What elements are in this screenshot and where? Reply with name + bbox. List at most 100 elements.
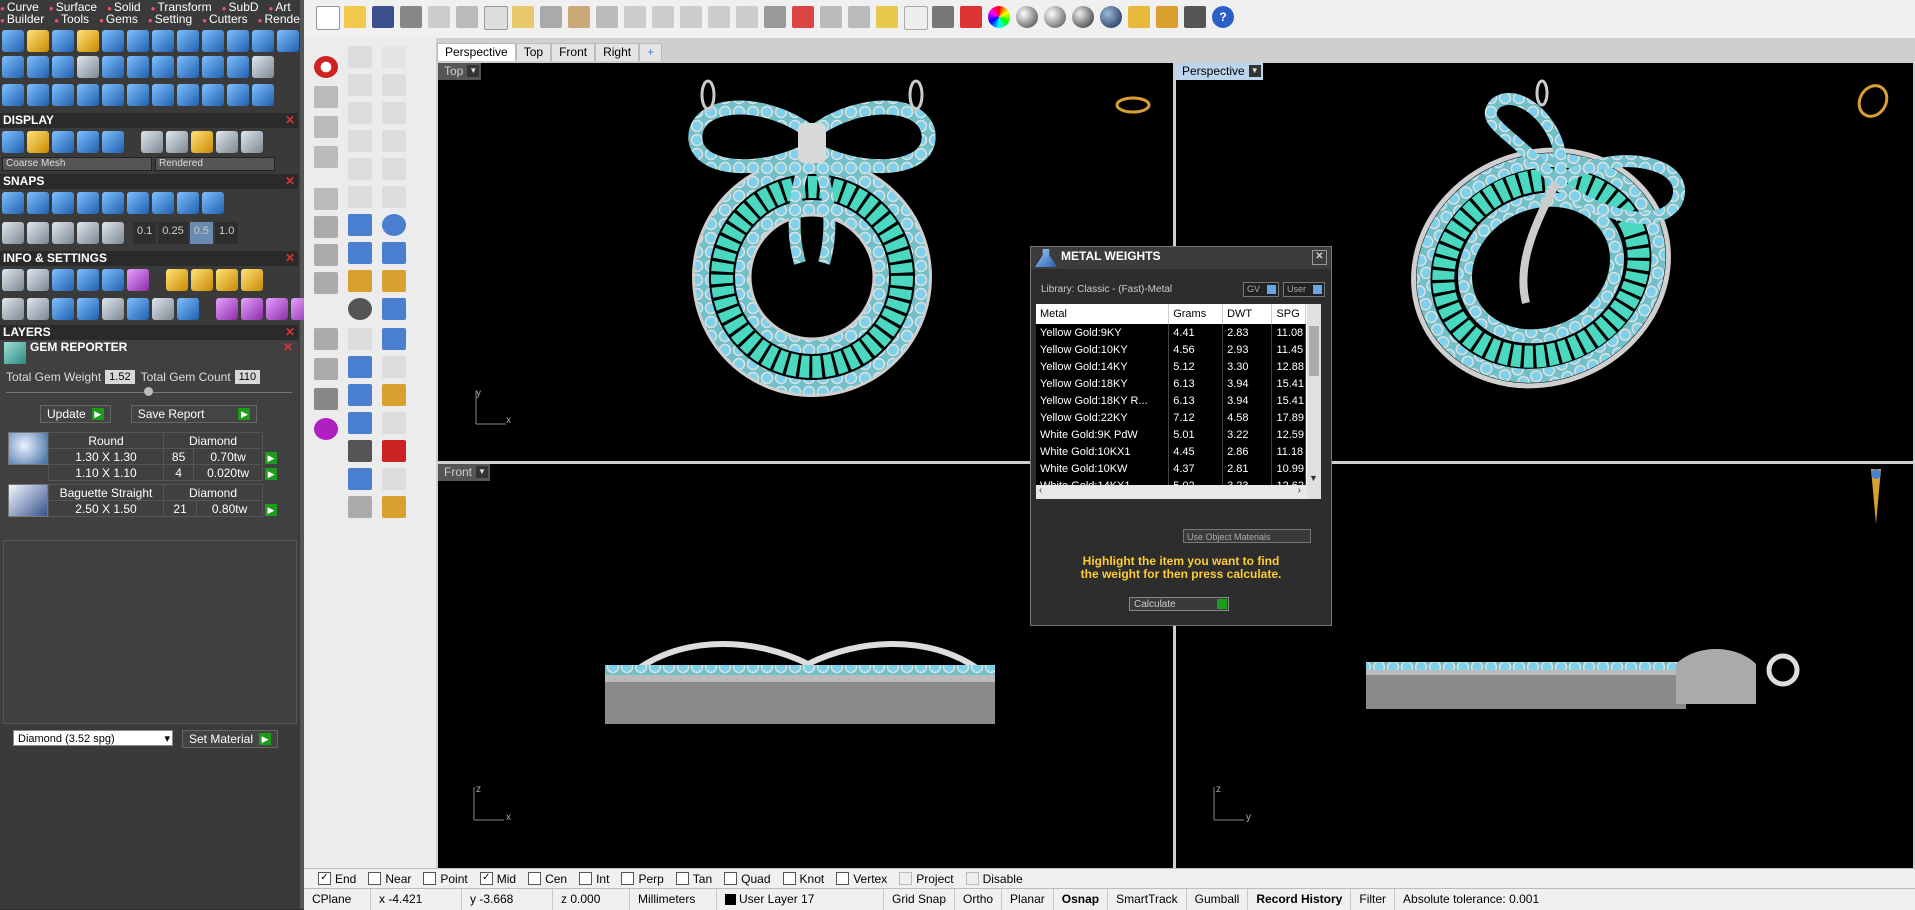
export-icon[interactable] bbox=[428, 6, 450, 28]
solid-sphere-icon[interactable] bbox=[382, 214, 406, 236]
osnap-mid[interactable]: ✓ Mid bbox=[479, 872, 516, 886]
render-sphere-icon[interactable] bbox=[1072, 6, 1094, 28]
osnap-knot[interactable]: Knot bbox=[782, 872, 824, 886]
table-row[interactable]: White Gold:9K PdW 5.01 3.22 12.59 bbox=[1036, 426, 1306, 443]
network-icon[interactable] bbox=[152, 298, 174, 320]
menu-setting[interactable]: Setting bbox=[148, 12, 192, 26]
smart-snap-icon[interactable] bbox=[77, 222, 99, 244]
units-indicator[interactable]: Millimeters bbox=[630, 889, 717, 910]
polyline-icon[interactable] bbox=[348, 74, 372, 96]
mesh-select[interactable]: Coarse Mesh bbox=[2, 157, 152, 171]
snap-point-icon[interactable] bbox=[52, 192, 74, 214]
loft-tool-icon[interactable] bbox=[52, 30, 74, 52]
add-tab-icon[interactable]: + bbox=[639, 43, 663, 61]
arc-icon[interactable] bbox=[348, 130, 372, 152]
star-tool-icon[interactable] bbox=[177, 56, 199, 78]
cylinder-icon[interactable] bbox=[348, 242, 372, 264]
paste-icon[interactable] bbox=[512, 6, 534, 28]
offset-icon[interactable] bbox=[348, 186, 372, 208]
grid-tool-icon[interactable] bbox=[2, 84, 24, 106]
surface-icon[interactable] bbox=[382, 242, 406, 264]
cube-icon[interactable] bbox=[52, 298, 74, 320]
chevron-left-icon[interactable]: ‹ bbox=[1039, 485, 1042, 496]
check-distance-icon[interactable] bbox=[382, 440, 406, 462]
pen-tool-icon[interactable] bbox=[177, 30, 199, 52]
rectangle-icon[interactable] bbox=[382, 130, 406, 152]
tab-top[interactable]: Top bbox=[515, 43, 552, 61]
cylinder-tool-icon[interactable] bbox=[202, 56, 224, 78]
sphere-icon[interactable] bbox=[77, 298, 99, 320]
sphere-gray-icon[interactable] bbox=[141, 131, 163, 153]
checkbox[interactable] bbox=[621, 872, 635, 885]
camera-tool-icon[interactable] bbox=[252, 30, 274, 52]
table-row[interactable]: Yellow Gold:9KY 4.41 2.83 11.08 bbox=[1036, 324, 1306, 341]
settings-tool-icon[interactable] bbox=[252, 56, 274, 78]
grid-toggle-icon[interactable] bbox=[1184, 6, 1206, 28]
smarttrack-toggle[interactable]: SmartTrack bbox=[1108, 889, 1187, 910]
shape-tool-icon[interactable] bbox=[152, 30, 174, 52]
wireframe-icon[interactable] bbox=[2, 131, 24, 153]
gear-icon[interactable] bbox=[2, 269, 24, 291]
table-row[interactable]: Yellow Gold:18KY R... 6.13 3.94 15.41 bbox=[1036, 392, 1306, 409]
osnap-end[interactable]: ✓ End bbox=[318, 872, 356, 886]
select-arrow-icon[interactable]: ▶ bbox=[265, 467, 278, 480]
ghosted-icon[interactable] bbox=[77, 131, 99, 153]
column-header-grams[interactable]: Grams bbox=[1168, 304, 1224, 324]
osnap-cen[interactable]: Cen bbox=[528, 872, 567, 886]
snap-value-4[interactable]: 1.0 bbox=[215, 222, 239, 244]
chevron-right-icon[interactable]: › bbox=[1298, 485, 1301, 496]
box-tool-icon[interactable] bbox=[77, 56, 99, 78]
menu-builder[interactable]: Builder bbox=[0, 12, 44, 26]
array-icon[interactable] bbox=[382, 328, 406, 350]
menu-gems[interactable]: Gems bbox=[99, 12, 138, 26]
polygon-icon[interactable] bbox=[348, 158, 372, 180]
snap-value-1[interactable]: 0.1 bbox=[133, 222, 157, 244]
block-icon[interactable] bbox=[348, 412, 372, 434]
filter-icon[interactable] bbox=[102, 298, 124, 320]
car-icon[interactable] bbox=[792, 6, 814, 28]
save-report-button[interactable]: Save Report ▶ bbox=[130, 405, 258, 423]
transform-icon[interactable] bbox=[314, 146, 338, 168]
fillet-icon[interactable] bbox=[382, 158, 406, 180]
curve-tool-icon[interactable] bbox=[2, 30, 24, 52]
table-row[interactable]: White Gold:10KW 4.37 2.81 10.99 bbox=[1036, 460, 1306, 477]
sphere-steel-icon[interactable] bbox=[241, 131, 263, 153]
sphere-gold-icon[interactable] bbox=[191, 131, 213, 153]
checkbox[interactable] bbox=[675, 872, 689, 885]
ortho-toggle[interactable]: Ortho bbox=[955, 889, 1003, 910]
checkbox[interactable] bbox=[368, 872, 382, 885]
export-icon[interactable] bbox=[241, 298, 263, 320]
help-icon[interactable]: ? bbox=[1212, 6, 1234, 28]
material-select[interactable]: Diamond (3.52 spg) ▾ bbox=[13, 730, 173, 746]
gem-tool-icon[interactable] bbox=[127, 30, 149, 52]
snap-quad-icon[interactable] bbox=[202, 192, 224, 214]
ortho-snap-icon[interactable] bbox=[27, 222, 49, 244]
snap-perp-icon[interactable] bbox=[152, 192, 174, 214]
use-object-materials-button[interactable]: Use Object Materials bbox=[1183, 529, 1311, 543]
current-layer[interactable]: User Layer 17 bbox=[717, 889, 884, 910]
sweep-tool-icon[interactable] bbox=[77, 30, 99, 52]
table-row[interactable]: 1.10 X 1.10 4 0.020tw ▶ bbox=[48, 464, 280, 481]
osnap-quad[interactable]: Quad bbox=[724, 872, 771, 886]
undo-icon[interactable] bbox=[540, 6, 562, 28]
save-icon[interactable] bbox=[372, 6, 394, 28]
render-tool-icon[interactable] bbox=[277, 30, 299, 52]
search-icon[interactable] bbox=[27, 269, 49, 291]
weight-icon[interactable] bbox=[216, 298, 238, 320]
record-history-toggle[interactable]: Record History bbox=[1248, 889, 1352, 910]
material-icon[interactable] bbox=[127, 269, 149, 291]
snap-int-icon[interactable] bbox=[127, 192, 149, 214]
ring-tool-icon[interactable] bbox=[202, 30, 224, 52]
table-row[interactable]: 2.50 X 1.50 21 0.80tw ▶ bbox=[48, 500, 280, 517]
measure-icon[interactable] bbox=[191, 269, 213, 291]
surface-tool-icon[interactable] bbox=[27, 30, 49, 52]
dimension-icon[interactable] bbox=[216, 269, 238, 291]
checkbox[interactable] bbox=[423, 872, 437, 885]
checkbox[interactable] bbox=[579, 872, 593, 885]
plane-tool-icon[interactable] bbox=[2, 56, 24, 78]
mirror-tool-icon[interactable] bbox=[227, 84, 249, 106]
spiral-tool-icon[interactable] bbox=[52, 84, 74, 106]
rotate-view-icon[interactable] bbox=[596, 6, 618, 28]
point-icon[interactable] bbox=[382, 46, 406, 68]
solid-box-icon[interactable] bbox=[348, 214, 372, 236]
